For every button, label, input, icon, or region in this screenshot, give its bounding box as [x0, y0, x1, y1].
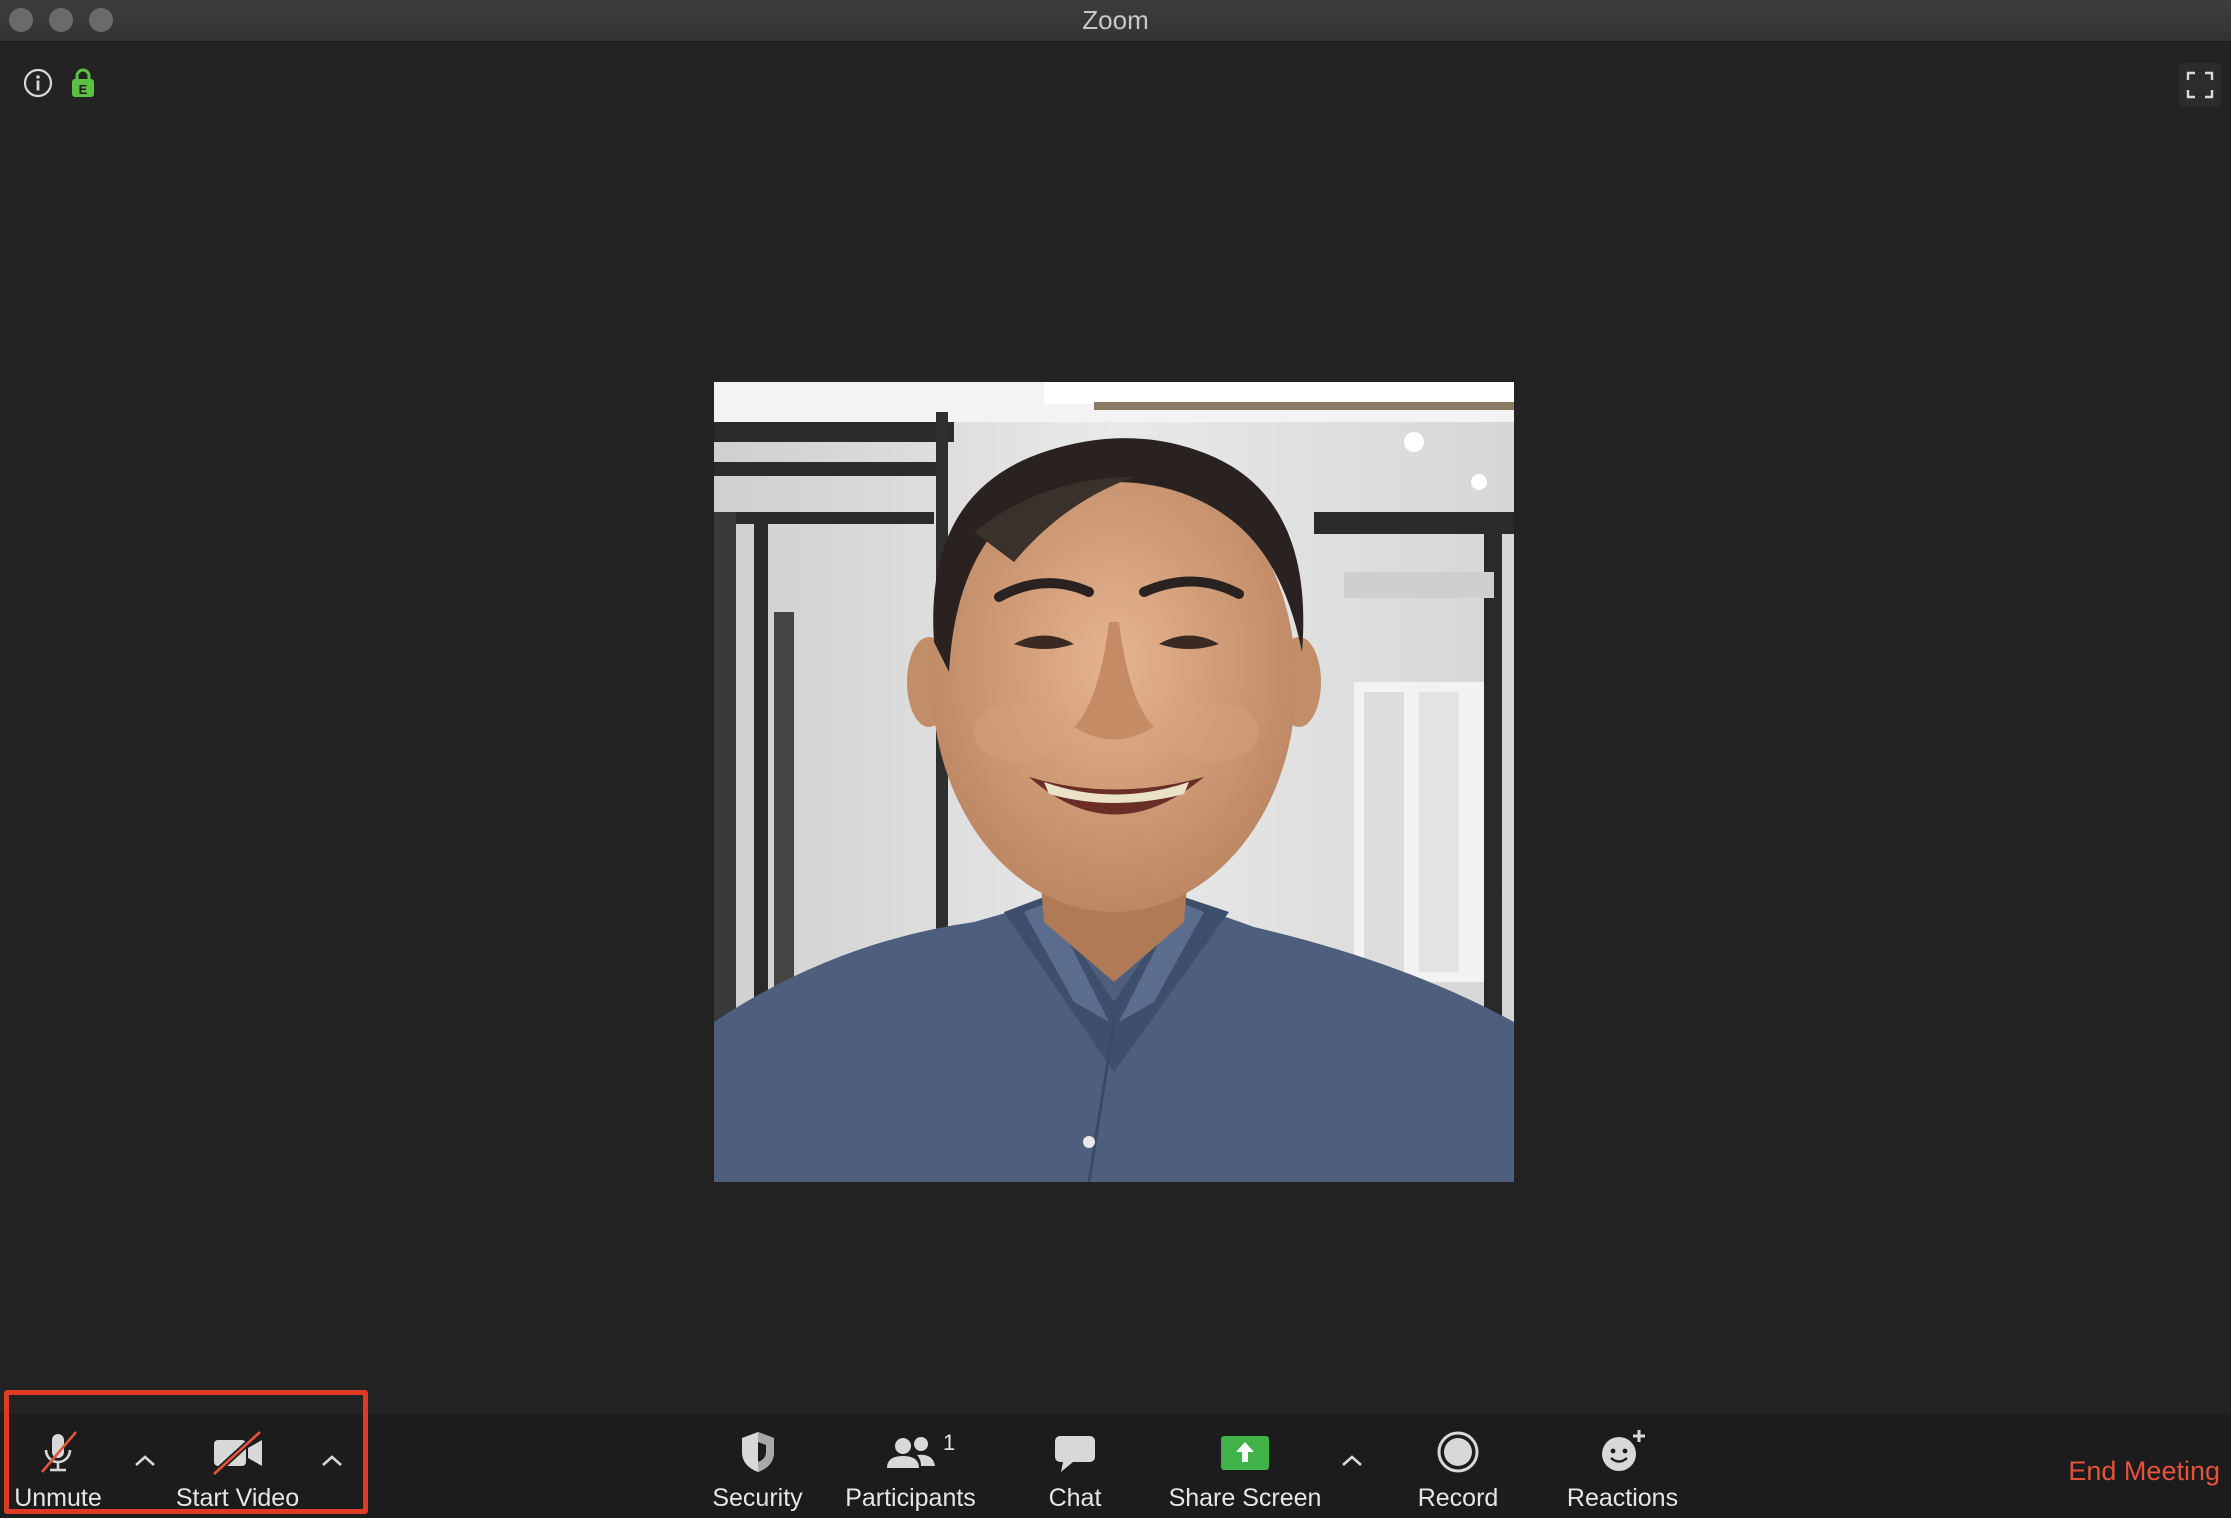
- security-button[interactable]: Security: [700, 1414, 815, 1518]
- share-screen-arrow-icon: [1219, 1428, 1271, 1481]
- chat-label: Chat: [1048, 1484, 1102, 1512]
- fullscreen-icon[interactable]: [2178, 63, 2222, 107]
- record-label: Record: [1417, 1484, 1499, 1512]
- chat-button[interactable]: Chat: [1030, 1414, 1120, 1518]
- highlight-box: [4, 1390, 368, 1514]
- share-screen-label: Share Screen: [1168, 1484, 1322, 1512]
- end-meeting-button[interactable]: End Meeting: [2060, 1456, 2220, 1487]
- chat-bubble-icon: [1051, 1428, 1099, 1481]
- record-button[interactable]: Record: [1408, 1414, 1508, 1518]
- participants-icon: [883, 1428, 939, 1481]
- participant-video: [714, 382, 1514, 1182]
- participants-label: Participants: [845, 1484, 976, 1512]
- reactions-label: Reactions: [1566, 1484, 1679, 1512]
- participant-photo: [714, 382, 1514, 1182]
- security-label: Security: [712, 1484, 803, 1512]
- participants-count-badge: 1: [943, 1430, 956, 1455]
- info-icon[interactable]: [22, 67, 54, 99]
- shield-icon: [736, 1428, 780, 1481]
- record-icon: [1434, 1428, 1482, 1481]
- share-screen-button[interactable]: Share Screen: [1165, 1414, 1325, 1518]
- lock-icon[interactable]: E: [70, 67, 96, 99]
- svg-text:E: E: [79, 82, 88, 97]
- participants-button[interactable]: 1 Participants: [838, 1414, 983, 1518]
- share-options-chevron-up-icon[interactable]: [1335, 1448, 1369, 1472]
- title-bar: Zoom: [0, 0, 2231, 42]
- reactions-smiley-icon: [1597, 1428, 1649, 1481]
- reactions-button[interactable]: Reactions: [1560, 1414, 1685, 1518]
- window-title: Zoom: [1082, 5, 1149, 35]
